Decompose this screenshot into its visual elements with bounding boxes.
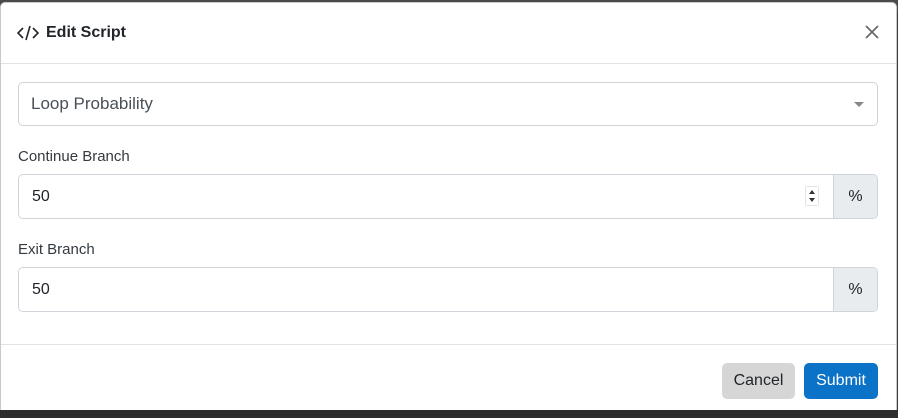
modal-title: Edit Script — [46, 24, 127, 41]
exit-branch-unit: % — [833, 268, 877, 311]
continue-branch-label: Continue Branch — [18, 148, 130, 165]
chevron-down-icon — [854, 102, 864, 107]
continue-branch-input[interactable]: 50 — [19, 175, 833, 218]
cancel-button[interactable]: Cancel — [722, 362, 795, 399]
continue-branch-value: 50 — [32, 187, 50, 205]
stepper-up-icon[interactable] — [809, 190, 815, 194]
continue-branch-unit: % — [833, 175, 877, 218]
script-type-value: Loop Probability — [31, 94, 153, 113]
close-icon[interactable] — [864, 24, 880, 40]
modal-header: Edit Script — [1, 3, 896, 64]
exit-branch-value: 50 — [32, 280, 50, 298]
exit-branch-label: Exit Branch — [18, 241, 95, 258]
script-type-select[interactable]: Loop Probability — [18, 82, 878, 126]
exit-branch-input[interactable]: 50 — [19, 268, 833, 311]
exit-branch-group: 50 % — [18, 267, 878, 312]
modal-footer: Cancel Submit — [1, 344, 896, 416]
edit-script-modal: Edit Script Loop Probability Continue Br… — [0, 2, 897, 416]
stepper-down-icon[interactable] — [809, 198, 815, 202]
submit-button[interactable]: Submit — [804, 362, 878, 399]
code-icon — [17, 25, 39, 41]
background-page-bottom — [0, 410, 898, 418]
modal-body: Loop Probability Continue Branch 50 % Ex… — [1, 64, 896, 312]
number-stepper[interactable] — [805, 186, 819, 206]
continue-branch-group: 50 % — [18, 174, 878, 219]
